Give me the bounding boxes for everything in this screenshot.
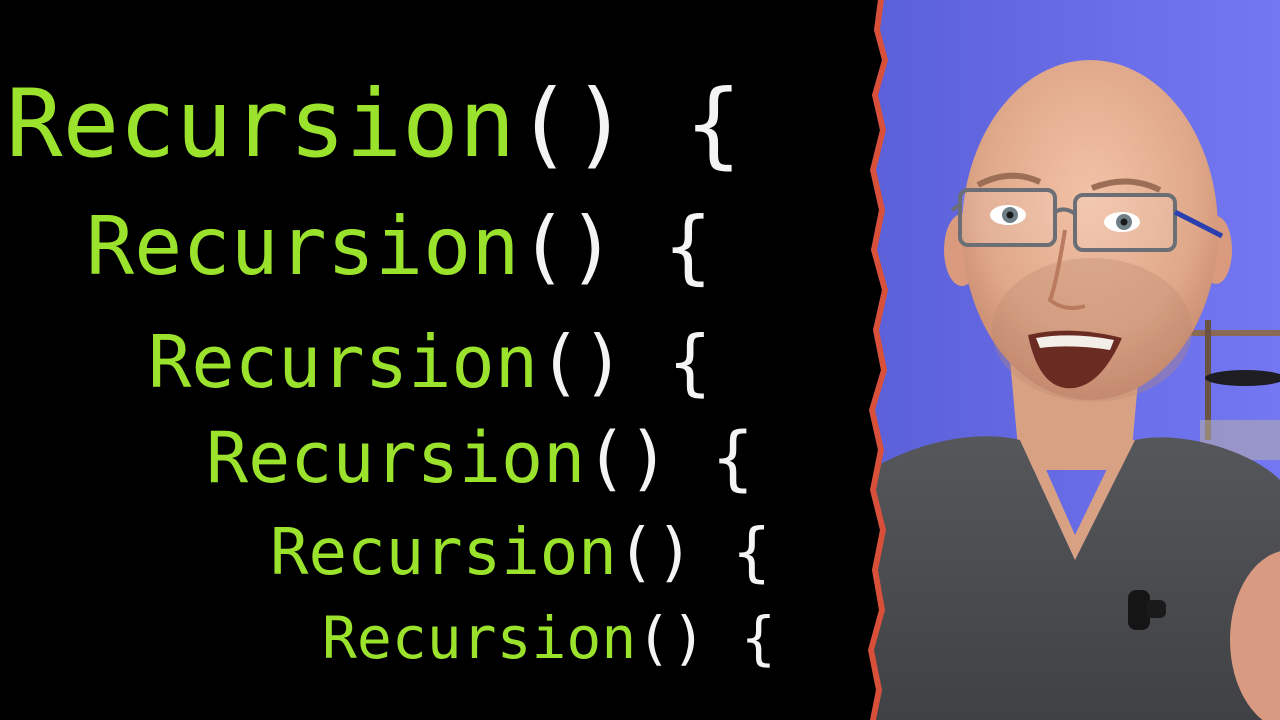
- function-name: Recursion: [322, 604, 637, 672]
- code-line-2: Recursion() {: [86, 207, 712, 287]
- code-line-1: Recursion() {: [6, 78, 742, 172]
- parentheses: (): [515, 70, 629, 179]
- code-line-6: Recursion() {: [322, 609, 776, 667]
- shelf: [1190, 330, 1280, 336]
- presenter-photo: [860, 0, 1280, 720]
- function-name: Recursion: [148, 320, 539, 404]
- open-brace: {: [685, 70, 742, 179]
- open-brace: {: [732, 516, 771, 590]
- code-line-4: Recursion() {: [206, 423, 754, 493]
- open-brace: {: [668, 320, 712, 404]
- code-line-3: Recursion() {: [148, 326, 712, 398]
- code-line-5: Recursion() {: [270, 521, 771, 585]
- code-panel: Recursion() { Recursion() { Recursion() …: [0, 0, 880, 720]
- function-name: Recursion: [6, 70, 516, 179]
- parentheses: (): [585, 417, 670, 499]
- parentheses: (): [538, 320, 625, 404]
- torn-paper-edge: [860, 0, 888, 720]
- open-brace: {: [711, 417, 754, 499]
- function-name: Recursion: [86, 200, 520, 293]
- function-name: Recursion: [206, 417, 586, 499]
- parentheses: (): [636, 604, 707, 672]
- parentheses: (): [616, 516, 694, 590]
- function-name: Recursion: [270, 516, 617, 590]
- open-brace: {: [663, 200, 713, 293]
- thumbnail: Recursion() { Recursion() { Recursion() …: [0, 0, 1280, 720]
- open-brace: {: [741, 604, 776, 672]
- parentheses: (): [519, 200, 616, 293]
- presenter-illustration: [860, 0, 1280, 720]
